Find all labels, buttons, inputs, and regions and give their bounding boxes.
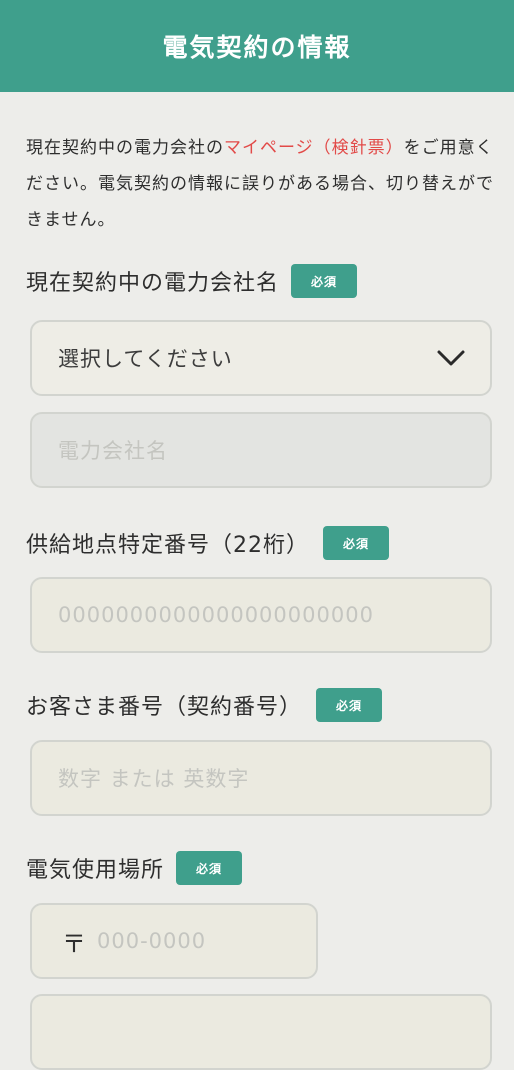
- company-name-field[interactable]: 電力会社名: [30, 412, 492, 488]
- company-name-placeholder: 電力会社名: [58, 439, 168, 463]
- postal-code-input[interactable]: 〒 000-0000: [30, 903, 318, 979]
- required-badge: 必須: [176, 851, 243, 885]
- company-label: 現在契約中の電力会社名: [26, 271, 280, 296]
- supply-point-input[interactable]: 0000000000000000000000: [30, 577, 492, 653]
- customer-number-input[interactable]: 数字 または 英数字: [30, 740, 492, 816]
- customer-number-label: お客さま番号（契約番号）: [26, 695, 303, 720]
- postal-code-placeholder: 000-0000: [97, 929, 207, 953]
- customer-number-label-row: お客さま番号（契約番号） 必須: [26, 688, 383, 722]
- page-header: 電気契約の情報: [0, 0, 514, 92]
- intro-text: 現在契約中の電力会社のマイページ（検針票）をご用意ください。電気契約の情報に誤り…: [26, 130, 502, 238]
- required-badge: 必須: [291, 264, 358, 298]
- postal-mark-icon: 〒: [62, 929, 87, 958]
- address-input[interactable]: [30, 994, 492, 1070]
- page-title: 電気契約の情報: [162, 33, 352, 62]
- customer-number-placeholder: 数字 または 英数字: [58, 767, 250, 791]
- required-badge: 必須: [316, 688, 383, 722]
- company-select-value: 選択してください: [58, 347, 233, 371]
- supply-point-label-row: 供給地点特定番号（22桁） 必須: [26, 526, 389, 560]
- company-label-row: 現在契約中の電力会社名 必須: [26, 264, 358, 298]
- required-badge: 必須: [323, 526, 389, 560]
- company-select[interactable]: 選択してください: [30, 320, 492, 396]
- supply-point-placeholder: 0000000000000000000000: [58, 603, 374, 627]
- mypage-link[interactable]: マイページ（検針票）: [224, 138, 404, 158]
- usage-location-label-row: 電気使用場所 必須: [26, 851, 243, 885]
- supply-point-label: 供給地点特定番号（22桁）: [26, 533, 309, 558]
- usage-location-label: 電気使用場所: [26, 858, 165, 883]
- chevron-down-icon: [437, 350, 465, 366]
- intro-text-before: 現在契約中の電力会社の: [26, 138, 224, 158]
